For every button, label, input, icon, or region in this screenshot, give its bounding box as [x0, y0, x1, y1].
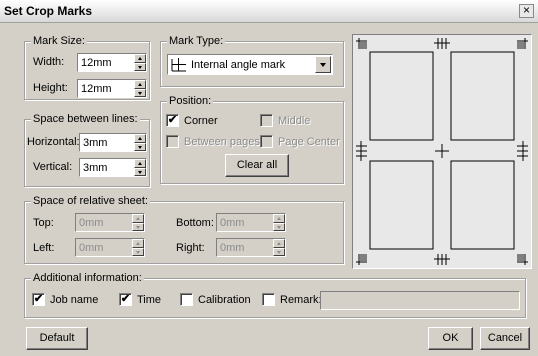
height-label: Height: [33, 82, 68, 94]
vertical-up-arrow[interactable] [134, 159, 146, 168]
ok-button[interactable]: OK [428, 327, 473, 350]
preview-page-top-right [450, 51, 515, 141]
page-center-label: Page Center [278, 136, 340, 148]
horizontal-label: Horizontal: [27, 136, 80, 148]
space-between-lines-legend: Space between lines: [31, 113, 140, 125]
position-legend: Position: [167, 95, 214, 107]
vertical-spinner[interactable] [79, 158, 147, 177]
set-crop-marks-dialog: Set Crop Marks × Mark Size: Width: Heigh… [0, 0, 538, 356]
left-spinner[interactable] [75, 238, 145, 257]
height-spinner[interactable] [77, 79, 147, 98]
left-down-arrow[interactable] [132, 247, 144, 256]
additional-info-legend: Additional information: [31, 272, 144, 284]
mark-type-legend: Mark Type: [167, 35, 226, 47]
remark-checkbox[interactable] [262, 293, 275, 306]
calibration-label: Calibration [198, 294, 251, 306]
width-label: Width: [33, 56, 65, 68]
top-label: Top: [33, 217, 54, 229]
cancel-button[interactable]: Cancel [480, 327, 530, 350]
bottom-input[interactable] [217, 214, 273, 231]
top-up-arrow[interactable] [132, 214, 144, 223]
horizontal-up-arrow[interactable] [134, 134, 146, 143]
relative-sheet-legend: Space of relative sheet: [31, 195, 150, 207]
top-input[interactable] [76, 214, 132, 231]
dialog-title: Set Crop Marks [4, 4, 93, 18]
page-center-checkbox[interactable] [260, 135, 273, 148]
default-button[interactable]: Default [26, 327, 88, 350]
internal-angle-mark-icon [171, 58, 186, 72]
time-checkbox[interactable]: ✔ [119, 293, 132, 306]
height-input[interactable] [78, 80, 134, 97]
between-pages-label: Between pages [184, 136, 260, 148]
horizontal-input[interactable] [80, 134, 134, 151]
right-input[interactable] [217, 239, 273, 256]
height-down-arrow[interactable] [134, 88, 146, 97]
left-input[interactable] [76, 239, 132, 256]
remark-label: Remark: [280, 294, 322, 306]
mark-size-legend: Mark Size: [31, 35, 87, 47]
width-spinner[interactable] [77, 53, 147, 72]
middle-label: Middle [278, 115, 311, 127]
clear-all-button[interactable]: Clear all [225, 154, 289, 177]
right-label: Right: [176, 242, 205, 254]
vertical-label: Vertical: [33, 161, 73, 173]
job-name-label: Job name [50, 294, 99, 306]
top-spinner[interactable] [75, 213, 145, 232]
corner-checkbox[interactable]: ✔ [166, 114, 179, 127]
calibration-checkbox[interactable] [180, 293, 193, 306]
right-down-arrow[interactable] [273, 247, 285, 256]
horizontal-down-arrow[interactable] [134, 142, 146, 151]
preview-canvas [356, 38, 528, 265]
vertical-down-arrow[interactable] [134, 167, 146, 176]
bottom-up-arrow[interactable] [273, 214, 285, 223]
between-pages-checkbox[interactable] [166, 135, 179, 148]
close-icon[interactable]: × [519, 4, 534, 18]
left-up-arrow[interactable] [132, 239, 144, 248]
width-down-arrow[interactable] [134, 62, 146, 71]
title-bar[interactable]: Set Crop Marks × [0, 0, 538, 23]
bottom-label: Bottom: [176, 217, 214, 229]
vertical-input[interactable] [80, 159, 134, 176]
job-name-checkbox[interactable]: ✔ [32, 293, 45, 306]
preview-page-bottom-right [450, 160, 515, 250]
corner-label: Corner [184, 115, 218, 127]
right-spinner[interactable] [216, 238, 286, 257]
preview-page-top-left [369, 51, 434, 141]
bottom-down-arrow[interactable] [273, 222, 285, 231]
time-label: Time [137, 294, 162, 306]
preview-page-bottom-left [369, 160, 434, 250]
height-up-arrow[interactable] [134, 80, 146, 89]
dropdown-arrow-icon[interactable] [315, 56, 331, 73]
horizontal-spinner[interactable] [79, 133, 147, 152]
left-label: Left: [33, 242, 55, 254]
right-up-arrow[interactable] [273, 239, 285, 248]
mark-type-value: Internal angle mark [191, 59, 286, 71]
remark-input[interactable] [320, 291, 520, 310]
bottom-spinner[interactable] [216, 213, 286, 232]
top-down-arrow[interactable] [132, 222, 144, 231]
width-input[interactable] [78, 54, 134, 71]
middle-checkbox[interactable] [260, 114, 273, 127]
crop-marks-preview [352, 34, 532, 269]
mark-type-dropdown[interactable]: Internal angle mark [167, 54, 333, 75]
width-up-arrow[interactable] [134, 54, 146, 63]
